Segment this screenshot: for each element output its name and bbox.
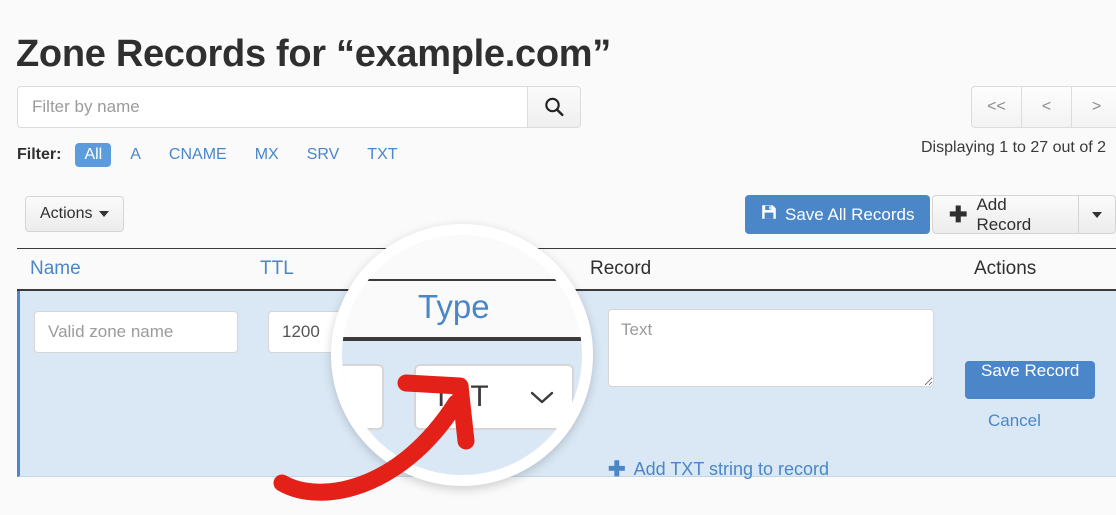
record-text-textarea[interactable] xyxy=(608,309,934,387)
save-record-button[interactable]: Save Record xyxy=(965,361,1096,399)
search-button[interactable] xyxy=(527,86,581,128)
filter-label: Filter: xyxy=(17,146,62,163)
magnified-record-type-value: TXT xyxy=(432,380,489,413)
pagination-controls: << < > xyxy=(971,86,1116,128)
magnified-header-rule-bottom xyxy=(342,337,582,341)
column-header-record: Record xyxy=(590,258,652,279)
plus-icon: ✚ xyxy=(608,458,626,481)
magnifier-lens: Type R TXT xyxy=(331,224,593,486)
filter-chip-cname[interactable]: CNAME xyxy=(160,143,236,167)
floppy-disk-icon xyxy=(761,204,777,225)
record-name-input[interactable] xyxy=(34,311,238,353)
column-header-actions: Actions xyxy=(974,258,1037,279)
pagination-next-button[interactable]: > xyxy=(1071,86,1116,128)
page-title: Zone Records for “example.com” xyxy=(16,33,611,76)
filter-chip-mx[interactable]: MX xyxy=(246,143,288,167)
save-all-records-button[interactable]: Save All Records xyxy=(745,195,931,234)
magnified-record-type-select[interactable]: TXT xyxy=(414,364,574,430)
pagination-status: Displaying 1 to 27 out of 2 xyxy=(921,139,1107,156)
add-record-group: ✚ Add Record xyxy=(932,195,1116,234)
save-all-records-label: Save All Records xyxy=(785,204,915,224)
search-input[interactable] xyxy=(17,86,527,128)
cancel-link[interactable]: Cancel xyxy=(988,411,1041,431)
add-record-label: Add Record xyxy=(976,194,1032,234)
caret-down-icon xyxy=(1092,211,1103,218)
column-header-name: Name xyxy=(30,258,81,279)
magnified-header-rule-top xyxy=(342,279,582,281)
magnifier-content: Type R TXT xyxy=(342,235,582,475)
add-record-dropdown-toggle[interactable] xyxy=(1079,195,1116,234)
caret-down-icon xyxy=(99,211,110,217)
filter-chip-all[interactable]: All xyxy=(75,143,112,167)
add-txt-string-link[interactable]: ✚ Add TXT string to record xyxy=(608,459,829,480)
actions-dropdown-button[interactable]: Actions xyxy=(25,196,125,232)
search-icon xyxy=(543,96,565,118)
column-header-ttl: TTL xyxy=(260,258,294,279)
filter-chip-txt[interactable]: TXT xyxy=(358,143,406,167)
magnified-column-header-type: Type xyxy=(418,288,490,325)
filter-chip-a[interactable]: A xyxy=(121,143,150,167)
filter-search-group xyxy=(17,86,581,128)
actions-label: Actions xyxy=(40,205,93,222)
filter-row: Filter: All A CNAME MX SRV TXT xyxy=(17,142,417,168)
filter-chip-srv[interactable]: SRV xyxy=(298,143,349,167)
pagination-prev-button[interactable]: < xyxy=(1021,86,1071,128)
add-record-button[interactable]: ✚ Add Record xyxy=(932,194,1080,234)
pagination-first-button[interactable]: << xyxy=(971,86,1021,128)
plus-icon: ✚ xyxy=(949,201,968,227)
add-txt-string-label: Add TXT string to record xyxy=(633,459,830,479)
chevron-down-icon xyxy=(528,380,556,414)
